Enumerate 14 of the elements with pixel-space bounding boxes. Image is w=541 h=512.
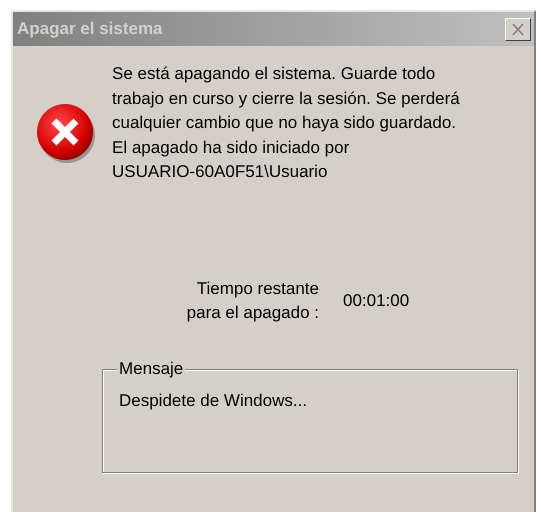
message-text: trabajo en curso y cierre la sesión. Se perderá	[112, 88, 460, 110]
groupbox-legend: Mensaje	[117, 358, 186, 378]
message-text: USUARIO-60A0F51\Usuario	[112, 161, 328, 183]
error-icon	[36, 103, 96, 165]
window-title: Apagar el sistema	[17, 18, 163, 40]
close-button[interactable]	[505, 18, 531, 40]
countdown-label: para el apagado :	[186, 302, 319, 324]
message-text: Despidete de Windows...	[119, 390, 308, 410]
countdown-label: Tiempo restante	[196, 278, 319, 300]
close-icon	[511, 22, 525, 36]
countdown-value: 00:01:00	[343, 290, 410, 312]
message-text: Se está apagando el sistema. Guarde todo	[112, 63, 436, 85]
message-text: El apagado ha sido iniciado por	[112, 136, 350, 158]
message-text: cualquier cambio que no haya sido guardado.	[112, 112, 458, 134]
